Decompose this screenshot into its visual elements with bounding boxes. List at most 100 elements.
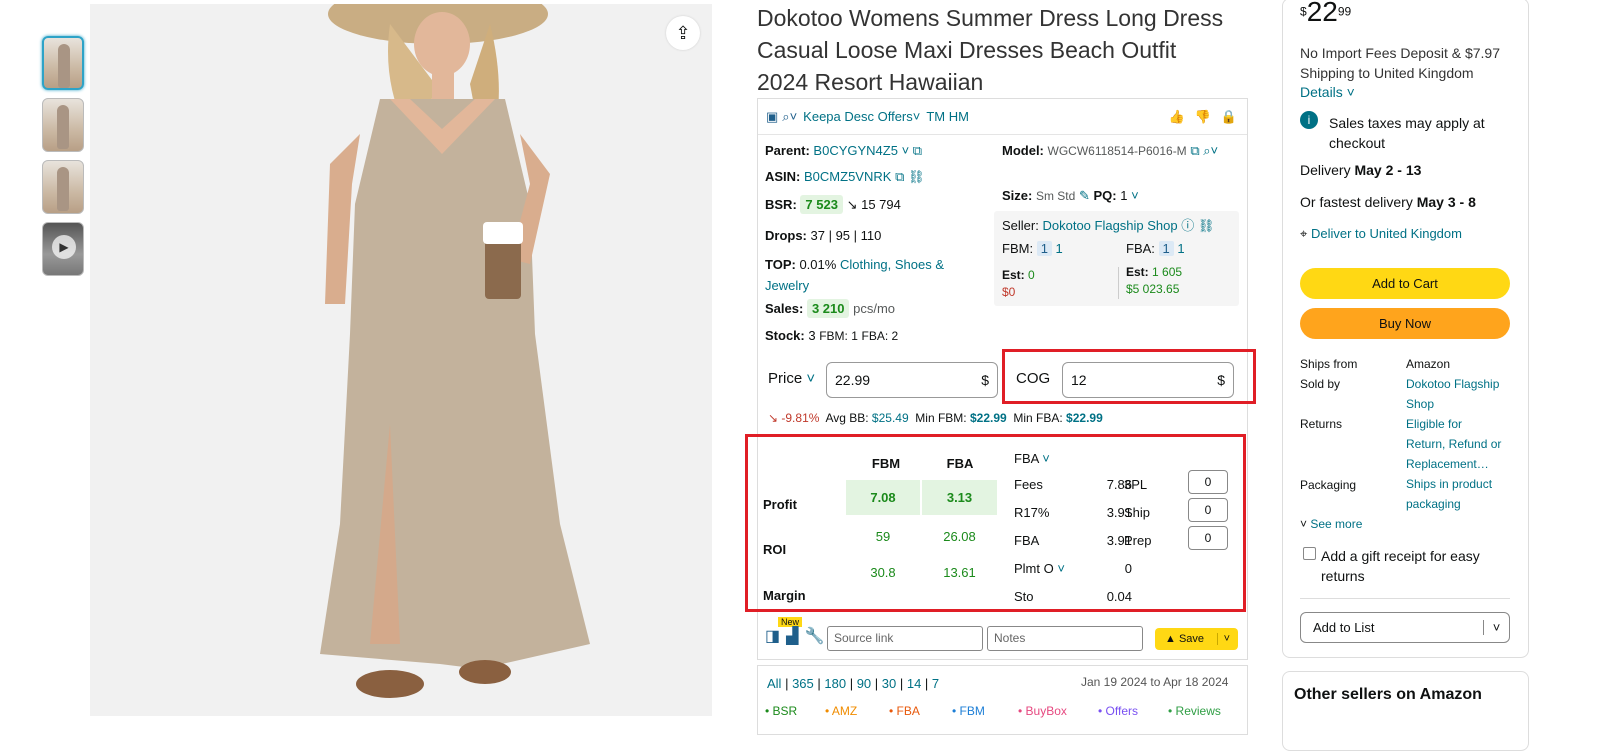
notes-input[interactable]: Notes: [987, 626, 1143, 651]
bsr-trend: ↘ 15 794: [846, 197, 901, 212]
deliver-to[interactable]: ⌖ Deliver to United Kingdom: [1300, 226, 1462, 242]
profit-calculator: FBM FBA Profit ROI Margin 7.08 3.13 59 2…: [745, 434, 1246, 612]
stock-row: Stock: 3 FBM: 1 FBA: 2: [765, 328, 899, 343]
gift-receipt-checkbox[interactable]: [1303, 547, 1316, 563]
price-stats: ↘ -9.81% Avg BB: $25.49 Min FBM: $22.99 …: [768, 411, 1103, 425]
extra-cost-label: Ship: [1124, 505, 1151, 520]
range-7[interactable]: 7: [932, 676, 939, 691]
legend-fbm[interactable]: • FBM: [952, 704, 985, 718]
cog-highlight: [1002, 349, 1256, 404]
tax-note: Sales taxes may apply at checkout: [1329, 115, 1485, 151]
import-fees: No Import Fees Deposit & $7.97 Shipping t…: [1300, 45, 1500, 81]
3pl-input[interactable]: 0: [1188, 470, 1228, 494]
legend-fba[interactable]: • FBA: [889, 704, 920, 718]
edit-icon[interactable]: ✎: [1079, 188, 1090, 203]
fba-counts: FBA: 1 1: [1126, 241, 1185, 256]
fee-label: Fees: [1014, 477, 1043, 492]
seller-link[interactable]: Dokotoo Flagship Shop: [1042, 218, 1177, 233]
add-to-list-button[interactable]: Add to List ˅: [1300, 612, 1510, 643]
model-copy-icon[interactable]: ⧉ ⌕˅: [1190, 143, 1218, 158]
seller-box: Seller: Dokotoo Flagship Shop ⓘ ⛓ FBM: 1…: [994, 211, 1239, 306]
model-row: Model: WGCW6118514-P6016-M ⧉ ⌕˅: [1002, 143, 1219, 158]
thumbnail-2[interactable]: [42, 98, 84, 152]
range-90[interactable]: 90: [857, 676, 871, 691]
parent-asin-link[interactable]: B0CYGYN4Z5: [813, 143, 898, 158]
share-icon[interactable]: ⇪: [666, 16, 700, 50]
range-30[interactable]: 30: [882, 676, 896, 691]
panel-icon[interactable]: ◨: [765, 626, 780, 646]
returns-link[interactable]: Eligible for: [1406, 414, 1501, 434]
save-button[interactable]: ▲ Save ˅: [1155, 628, 1238, 650]
top-category-link[interactable]: Clothing, Shoes &: [840, 257, 944, 272]
legend-offers[interactable]: • Offers: [1098, 704, 1138, 718]
copy-icon[interactable]: ˅ ⧉: [902, 143, 923, 158]
row-margin: Margin: [763, 588, 806, 603]
dress-illustration: [90, 4, 712, 716]
save-dropdown[interactable]: ˅: [1216, 633, 1238, 645]
keepa-offers-menu[interactable]: Keepa Desc Offers˅: [803, 109, 920, 124]
product-main-image[interactable]: [90, 4, 712, 716]
sold-by-link[interactable]: Dokotoo Flagship: [1406, 374, 1501, 394]
details-link[interactable]: Details ˅: [1300, 84, 1355, 100]
thumbnail-3[interactable]: [42, 160, 84, 214]
roi-fbm: 59: [875, 529, 891, 544]
keepa-toolbar: ▣ ⌕˅ Keepa Desc Offers˅ TM HM 👍 👎 🔒: [758, 99, 1247, 135]
top-category-link-2[interactable]: Jewelry: [765, 278, 809, 293]
link-icon[interactable]: ⧉ ⛓: [895, 169, 924, 184]
fee-value: 0: [1124, 561, 1132, 576]
prep-input[interactable]: 0: [1188, 526, 1228, 550]
thumbnail-video[interactable]: ▶: [42, 222, 84, 276]
range-14[interactable]: 14: [907, 676, 921, 691]
chart-icon[interactable]: ▟: [786, 626, 798, 646]
thumbnail-1[interactable]: [42, 36, 84, 90]
asin-row: ASIN: B0CMZ5VNRK ⧉ ⛓: [765, 169, 925, 184]
location-icon: ⌖: [1300, 226, 1308, 241]
range-180[interactable]: 180: [824, 676, 846, 691]
thumbs-down-icon[interactable]: 👎: [1195, 109, 1211, 125]
play-icon: ▶: [52, 235, 76, 259]
row-roi: ROI: [763, 542, 787, 557]
title-line-2: Casual Loose Maxi Dresses Beach Outfit: [757, 37, 1177, 63]
thumbs-up-icon[interactable]: 👍: [1168, 109, 1184, 125]
keepa-logo-icon[interactable]: ▣: [766, 109, 778, 125]
wrench-icon[interactable]: 🔧: [804, 626, 824, 646]
search-icon[interactable]: ⌕˅: [782, 109, 797, 125]
price-label[interactable]: Price ˅: [768, 370, 815, 387]
see-more-link[interactable]: ˅ See more: [1300, 517, 1362, 531]
chevron-down-icon: ˅: [1300, 517, 1308, 531]
fee-label: R17%: [1014, 505, 1050, 520]
legend-amz[interactable]: • AMZ: [825, 704, 857, 718]
legend-buybox[interactable]: • BuyBox: [1018, 704, 1067, 718]
price-input[interactable]: 22.99 $: [826, 362, 998, 398]
range-all[interactable]: All: [767, 676, 781, 691]
other-sellers-box: [1282, 671, 1529, 751]
bsr-row: BSR: 7 523 ↘ 15 794: [765, 195, 901, 214]
sales-value: 3 210: [806, 299, 850, 318]
bsr-value: 7 523: [800, 195, 843, 214]
chevron-down-icon[interactable]: ˅: [1483, 620, 1509, 635]
buy-now-button[interactable]: Buy Now: [1300, 308, 1510, 339]
profit-fba: 3.13: [922, 480, 997, 515]
packaging-link[interactable]: Ships in product: [1406, 474, 1501, 494]
placement-select[interactable]: Plmt O ˅: [1014, 561, 1065, 576]
size-row: Size: Sm Std ✎ PQ: 1 ˅: [1002, 188, 1139, 203]
legend-reviews[interactable]: • Reviews: [1168, 704, 1221, 718]
legend-bsr[interactable]: • BSR: [765, 704, 797, 718]
col-fba: FBA: [946, 456, 974, 471]
asin-link[interactable]: B0CMZ5VNRK: [804, 169, 891, 184]
range-365[interactable]: 365: [792, 676, 814, 691]
other-sellers-heading: Other sellers on Amazon: [1294, 686, 1482, 703]
lock-icon[interactable]: 🔒: [1221, 109, 1237, 125]
roi-fba: 26.08: [943, 529, 976, 544]
thumbnail-strip: ▶: [42, 36, 84, 284]
add-to-cart-button[interactable]: Add to Cart: [1300, 268, 1510, 299]
tools-row: ◨ ▟ 🔧: [765, 626, 824, 646]
source-link-input[interactable]: Source link: [827, 626, 983, 651]
sales-row: Sales: 3 210 pcs/mo: [765, 299, 896, 318]
info-icon[interactable]: ⓘ ⛓: [1181, 218, 1214, 233]
ship-input[interactable]: 0: [1188, 498, 1228, 522]
tm-hm-link[interactable]: TM HM: [926, 109, 969, 124]
fba-estimate: Est: 1 605 $5 023.65: [1126, 265, 1183, 296]
range-links: All | 365 | 180 | 90 | 30 | 14 | 7: [767, 676, 940, 691]
fees-mode-select[interactable]: FBA ˅: [1014, 451, 1050, 466]
